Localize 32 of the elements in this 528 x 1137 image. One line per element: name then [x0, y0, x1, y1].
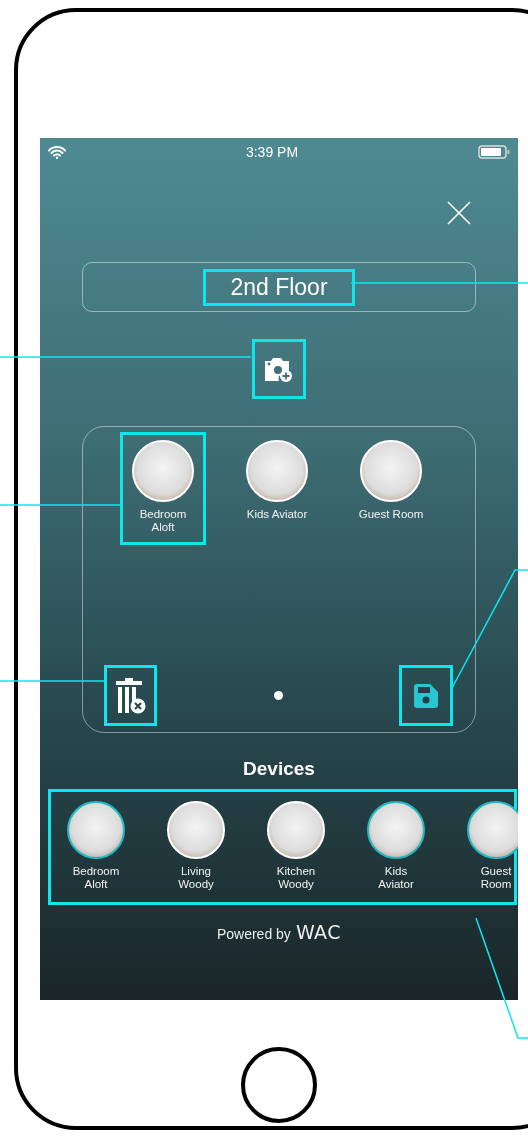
group-device[interactable]: Guest Room: [348, 432, 434, 545]
close-icon: [447, 201, 471, 225]
device-name: Kids Aviator: [246, 508, 308, 521]
device-name: Bedroom Aloft: [138, 508, 188, 534]
page-dot[interactable]: [273, 691, 283, 700]
device-name: Guest Room: [358, 508, 424, 521]
home-button[interactable]: [241, 1047, 317, 1123]
wifi-icon: [48, 145, 66, 159]
powered-by-text: Powered by: [216, 926, 291, 942]
device-item[interactable]: Kids Aviator: [351, 801, 441, 902]
camera-plus-icon: [263, 355, 295, 383]
trash-icon: [114, 676, 147, 715]
group-name: 2nd Floor: [203, 268, 355, 306]
device-name: Kids Aviator: [377, 865, 415, 891]
group-device[interactable]: Bedroom Aloft: [120, 432, 206, 545]
delete-button[interactable]: [104, 665, 157, 726]
battery-icon: [478, 145, 510, 159]
device-item[interactable]: Guest Room: [451, 801, 518, 902]
device-name: Guest Room: [479, 865, 513, 891]
brand-logo: WAC: [295, 921, 342, 943]
device-item[interactable]: Bedroom Aloft: [51, 801, 141, 902]
device-item[interactable]: Kitchen Woody: [251, 801, 341, 902]
add-photo-button[interactable]: [252, 339, 306, 399]
device-name: Kitchen Woody: [275, 865, 317, 891]
device-name: Living Woody: [177, 865, 215, 891]
devices-heading: Devices: [242, 758, 316, 780]
save-button[interactable]: [399, 665, 453, 726]
group-device[interactable]: Kids Aviator: [234, 432, 320, 545]
group-name-field[interactable]: 2nd Floor: [82, 262, 476, 312]
device-item[interactable]: Living Woody: [151, 801, 241, 902]
status-time: 3:39 PM: [245, 144, 299, 160]
device-name: Bedroom Aloft: [71, 865, 121, 891]
